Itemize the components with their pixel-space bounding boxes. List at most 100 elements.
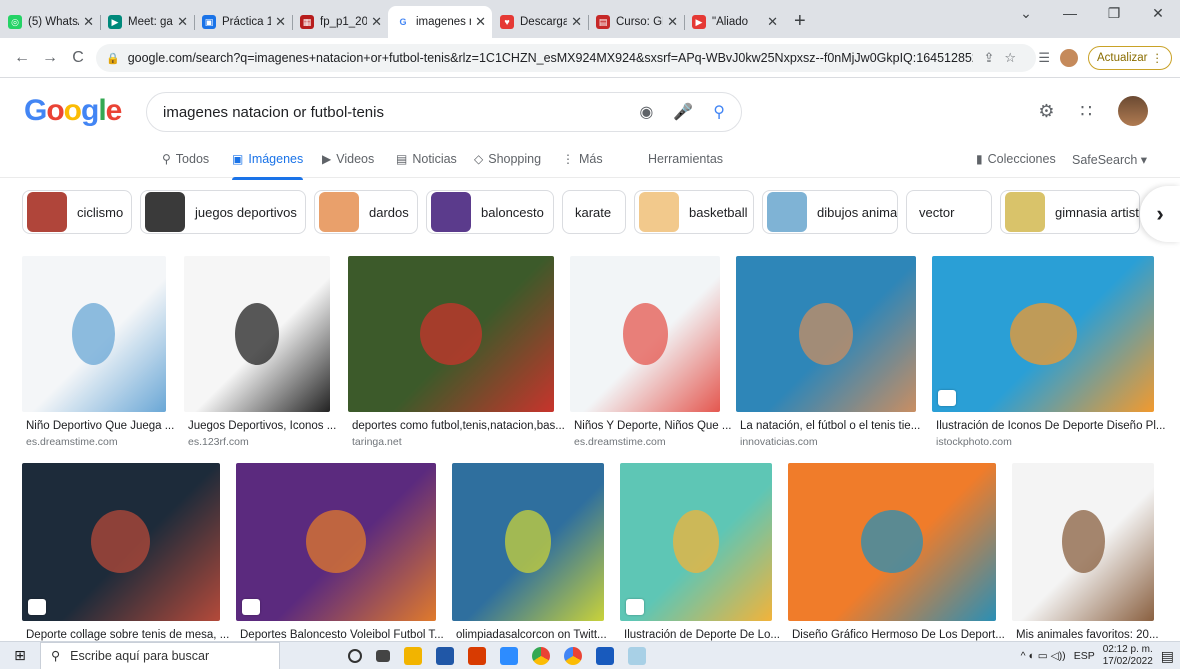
related-chip[interactable]: juegos deportivos bbox=[140, 190, 306, 234]
office-icon[interactable] bbox=[468, 646, 486, 665]
camera-icon[interactable]: ◉ bbox=[639, 102, 653, 122]
result-thumbnail[interactable] bbox=[184, 256, 330, 412]
new-tab-button[interactable]: + bbox=[784, 6, 816, 38]
image-result[interactable]: olimpiadasalcorcon on Twitt... bbox=[452, 463, 607, 665]
search-tab[interactable]: ▤ Noticias bbox=[396, 152, 457, 166]
search-icon[interactable]: ⚲ bbox=[713, 102, 725, 122]
image-result[interactable]: Juegos Deportivos, Iconos ... es.123rf.co… bbox=[184, 256, 336, 456]
image-result[interactable]: Deportes Baloncesto Voleibol Futbol T... bbox=[236, 463, 444, 665]
task-view-icon[interactable] bbox=[376, 649, 390, 662]
chrome-icon[interactable] bbox=[532, 646, 550, 665]
clock[interactable]: 02:12 p. m. 17/02/2022 bbox=[1103, 644, 1153, 668]
store-icon[interactable] bbox=[436, 646, 454, 665]
result-thumbnail[interactable] bbox=[348, 256, 554, 412]
safesearch-toggle[interactable]: SafeSearch ▾ bbox=[1072, 152, 1147, 167]
browser-tab[interactable]: ▶ Meet: gan-dr ✕ bbox=[100, 6, 194, 38]
result-thumbnail[interactable] bbox=[620, 463, 772, 621]
result-caption[interactable]: Ilustración de Iconos De Deporte Diseño … bbox=[936, 420, 1166, 432]
collections-link[interactable]: ▮ Colecciones bbox=[976, 152, 1056, 166]
tab-close-icon[interactable]: ✕ bbox=[571, 14, 582, 30]
microphone-icon[interactable]: 🎤 bbox=[673, 102, 693, 122]
reload-button[interactable]: C bbox=[64, 49, 92, 67]
cortana-icon[interactable] bbox=[348, 648, 362, 663]
language-indicator[interactable]: ESP bbox=[1074, 650, 1095, 662]
minimize-button[interactable]: — bbox=[1048, 0, 1092, 30]
related-chip[interactable]: gimnasia artist bbox=[1000, 190, 1140, 234]
result-source[interactable]: innovaticias.com bbox=[740, 436, 928, 448]
update-button[interactable]: Actualizar ⋮ bbox=[1088, 46, 1172, 70]
forward-button[interactable]: → bbox=[36, 49, 64, 67]
back-button[interactable]: ← bbox=[8, 49, 36, 67]
result-thumbnail[interactable] bbox=[570, 256, 720, 412]
tab-close-icon[interactable]: ✕ bbox=[83, 14, 94, 30]
search-tab[interactable]: ▶ Videos bbox=[322, 152, 374, 166]
search-tab[interactable]: Herramientas bbox=[648, 152, 723, 166]
result-caption[interactable]: Diseño Gráfico Hermoso De Los Deport... bbox=[792, 629, 1008, 641]
address-bar[interactable]: 🔒 google.com/search?q=imagenes+natacion+… bbox=[96, 44, 1036, 72]
result-caption[interactable]: Deporte collage sobre tenis de mesa, ... bbox=[26, 629, 232, 641]
tab-close-icon[interactable]: ✕ bbox=[371, 14, 382, 30]
notification-icon[interactable]: ▤ bbox=[1161, 648, 1174, 665]
image-result[interactable]: Diseño Gráfico Hermoso De Los Deport... bbox=[788, 463, 1005, 665]
result-caption[interactable]: deportes como futbol,tenis,natacion,bas.… bbox=[352, 420, 566, 432]
reading-list-icon[interactable]: ☰ bbox=[1038, 50, 1050, 66]
result-caption[interactable]: Juegos Deportivos, Iconos ... bbox=[188, 420, 342, 432]
bookmark-star-icon[interactable]: ⇪☆ bbox=[983, 50, 1026, 66]
search-tab[interactable]: ◇ Shopping bbox=[474, 152, 541, 166]
result-thumbnail[interactable] bbox=[788, 463, 996, 621]
related-chip[interactable]: karate bbox=[562, 190, 626, 234]
result-thumbnail[interactable] bbox=[22, 256, 166, 412]
related-chip[interactable]: vector bbox=[906, 190, 992, 234]
image-result[interactable]: La natación, el fútbol o el tenis tie...… bbox=[736, 256, 920, 456]
file-explorer-icon[interactable] bbox=[404, 646, 422, 665]
tab-close-icon[interactable]: ✕ bbox=[667, 14, 678, 30]
result-caption[interactable]: Ilustración de Deporte De Lo... bbox=[624, 629, 784, 641]
word-icon[interactable] bbox=[596, 646, 614, 665]
paint-icon[interactable] bbox=[628, 646, 646, 665]
tab-search-icon[interactable]: ⌄ bbox=[1004, 0, 1048, 30]
result-source[interactable]: es.dreamstime.com bbox=[574, 436, 732, 448]
browser-tab[interactable]: ▶ "Aliado ✕ bbox=[684, 6, 784, 38]
result-source[interactable]: istockphoto.com bbox=[936, 436, 1166, 448]
tab-close-icon[interactable]: ✕ bbox=[177, 14, 188, 30]
google-logo[interactable]: Google bbox=[24, 94, 122, 128]
result-thumbnail[interactable] bbox=[22, 463, 220, 621]
browser-tab[interactable]: ♥ Descargar arc✕ bbox=[492, 6, 588, 38]
result-caption[interactable]: La natación, el fútbol o el tenis tie... bbox=[740, 420, 928, 432]
tray-icons[interactable]: ^ ◐ ▭ ◁)) bbox=[1021, 650, 1066, 662]
apps-grid-icon[interactable]: ∷ bbox=[1081, 101, 1092, 122]
result-thumbnail[interactable] bbox=[736, 256, 916, 412]
browser-tab[interactable]: Gimagenes nat ✕ bbox=[388, 6, 492, 38]
image-result[interactable]: deportes como futbol,tenis,natacion,bas.… bbox=[348, 256, 565, 456]
close-window-button[interactable]: ✕ bbox=[1136, 0, 1180, 30]
tab-close-icon[interactable]: ✕ bbox=[275, 14, 286, 30]
related-chip[interactable]: dibujos animados bbox=[762, 190, 898, 234]
profile-avatar[interactable] bbox=[1058, 47, 1080, 69]
search-query[interactable]: imagenes natacion or futbol-tenis bbox=[163, 104, 639, 121]
result-thumbnail[interactable] bbox=[932, 256, 1154, 412]
image-result[interactable]: Deporte collage sobre tenis de mesa, ... bbox=[22, 463, 229, 665]
search-tab[interactable]: ▣ Imágenes bbox=[232, 152, 304, 180]
result-thumbnail[interactable] bbox=[236, 463, 436, 621]
image-result[interactable]: Niños Y Deporte, Niños Que ... es.dreamst… bbox=[570, 256, 731, 456]
browser-tab[interactable]: ▦ fp_p1_2021-2✕ bbox=[292, 6, 388, 38]
image-result[interactable]: Ilustración de Deporte De Lo... bbox=[620, 463, 780, 665]
result-source[interactable]: es.123rf.com bbox=[188, 436, 342, 448]
browser-tab[interactable]: ◎ (5) WhatsApp ✕ bbox=[0, 6, 100, 38]
image-result[interactable]: Ilustración de Iconos De Deporte Diseño … bbox=[932, 256, 1165, 456]
browser-tab[interactable]: ▣ Práctica 1 - R✕ bbox=[194, 6, 292, 38]
settings-gear-icon[interactable]: ⚙ bbox=[1038, 101, 1054, 122]
result-thumbnail[interactable] bbox=[1012, 463, 1154, 621]
result-caption[interactable]: Deportes Baloncesto Voleibol Futbol T... bbox=[240, 629, 448, 641]
result-caption[interactable]: olimpiadasalcorcon on Twitt... bbox=[456, 629, 616, 641]
result-caption[interactable]: Mis animales favoritos: 20... bbox=[1016, 629, 1166, 641]
result-source[interactable]: taringa.net bbox=[352, 436, 566, 448]
chrome-profile-icon[interactable] bbox=[564, 646, 582, 665]
image-result[interactable]: Niño Deportivo Que Juega ... es.dreamstim… bbox=[22, 256, 174, 456]
url-text[interactable]: google.com/search?q=imagenes+natacion+or… bbox=[128, 51, 974, 65]
tab-close-icon[interactable]: ✕ bbox=[475, 14, 486, 30]
related-chip[interactable]: ciclismo bbox=[22, 190, 132, 234]
image-result[interactable]: Mis animales favoritos: 20... bbox=[1012, 463, 1159, 665]
search-tab[interactable]: ⚲ Todos bbox=[162, 152, 209, 166]
related-chip[interactable]: dardos bbox=[314, 190, 418, 234]
